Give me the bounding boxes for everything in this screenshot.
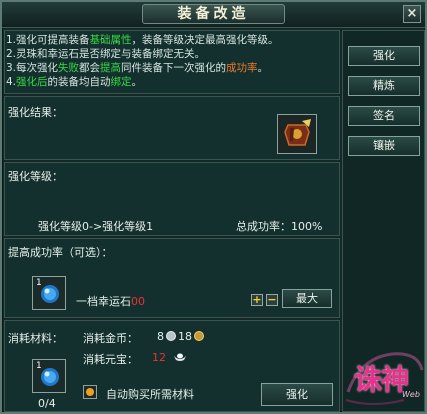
silver-coin-icon <box>166 331 176 341</box>
tip-text: 。 <box>131 76 143 88</box>
level-label: 强化等级： <box>8 170 63 183</box>
logo-subtext: Web <box>402 390 420 399</box>
lucky-stone-slot[interactable]: 1 <box>32 276 66 310</box>
boost-label: 提高成功率（可选）： <box>8 246 113 259</box>
menu-inlay-button[interactable]: 镶嵌 <box>348 136 420 156</box>
auto-buy-checkbox[interactable] <box>83 385 97 399</box>
window-title: 装备改造 <box>142 4 285 24</box>
close-button[interactable]: × <box>403 5 421 23</box>
tip-highlight: 绑定 <box>110 76 132 88</box>
level-change-text: 强化等级0->强化等级1 <box>38 220 154 233</box>
menu-sign-button[interactable]: 签名 <box>348 106 420 126</box>
lucky-stone-qty: 00 <box>131 295 145 308</box>
tip-highlight: 提高 <box>100 62 122 74</box>
tip-text: 都会 <box>79 62 101 74</box>
increase-button[interactable]: + <box>251 294 263 306</box>
material-slot[interactable]: 1 <box>32 359 66 393</box>
decrease-button[interactable]: − <box>266 294 278 306</box>
tip-highlight: 基础属性 <box>89 34 132 46</box>
total-success-rate: 总成功率：100% <box>236 220 323 233</box>
tip-line-2: 2.灵珠和幸运石是否绑定与装备绑定无关。 <box>6 47 336 61</box>
yuanbao-cost-value: 12 <box>152 351 187 364</box>
confirm-upgrade-button[interactable]: 强化 <box>261 383 333 406</box>
tip-text: 3.每次强化 <box>6 62 59 74</box>
logo-text: 诛神 <box>354 363 409 396</box>
result-item-slot[interactable] <box>277 114 317 154</box>
tip-text: 1.强化可提高装备 <box>6 34 90 46</box>
tip-text: 的装备均自动 <box>47 76 111 88</box>
tip-text: 同件装备下一次强化的 <box>121 62 227 74</box>
auto-buy-label: 自动购买所需材料 <box>106 388 194 401</box>
equipment-upgrade-window: 装备改造 × 1.强化可提高装备基础属性，装备等级决定最高强化等级。 2.灵珠和… <box>0 0 427 414</box>
material-stock: 0/4 <box>38 397 56 410</box>
menu-refine-button[interactable]: 精炼 <box>348 76 420 96</box>
slot-count: 1 <box>36 361 42 371</box>
materials-label: 消耗材料： <box>8 332 63 345</box>
tip-line-1: 1.强化可提高装备基础属性，装备等级决定最高强化等级。 <box>6 33 336 47</box>
title-bar[interactable]: 装备改造 × <box>2 2 425 28</box>
armor-item-icon <box>278 115 316 153</box>
tip-text: 4. <box>6 76 17 88</box>
gold-cost-a: 8 <box>157 330 164 343</box>
tip-highlight: 失败 <box>58 62 80 74</box>
menu-upgrade-button[interactable]: 强化 <box>348 46 420 66</box>
lucky-stone-name: 一档幸运石00 <box>76 293 145 309</box>
tip-highlight: 强化后 <box>16 76 48 88</box>
tip-line-3: 3.每次强化失败都会提高同件装备下一次强化的成功率。 <box>6 61 336 75</box>
gold-coin-icon <box>194 331 204 341</box>
yuanbao-icon <box>173 353 186 361</box>
gold-cost-b: 18 <box>178 330 192 343</box>
tip-highlight: 成功率 <box>226 62 258 74</box>
tip-text: ，装备等级决定最高强化等级。 <box>131 34 279 46</box>
lucky-stone-label: 一档幸运石 <box>76 295 131 308</box>
yuanbao-amount: 12 <box>152 351 166 364</box>
slot-count: 1 <box>36 278 42 288</box>
tips-text: 1.强化可提高装备基础属性，装备等级决定最高强化等级。 2.灵珠和幸运石是否绑定… <box>6 33 336 89</box>
max-button[interactable]: 最大 <box>282 289 332 308</box>
result-label: 强化结果： <box>8 106 63 119</box>
yuanbao-cost-label: 消耗元宝： <box>83 353 138 366</box>
tip-text: 2.灵珠和幸运石是否绑定与装备绑定无关。 <box>6 48 206 60</box>
gold-cost-values: 8 18 <box>157 330 206 343</box>
tip-line-4: 4.强化后的装备均自动绑定。 <box>6 75 336 89</box>
game-logo: 诛神 Web <box>342 340 425 412</box>
gold-cost-label: 消耗金币： <box>83 332 138 345</box>
tip-text: 。 <box>257 62 269 74</box>
